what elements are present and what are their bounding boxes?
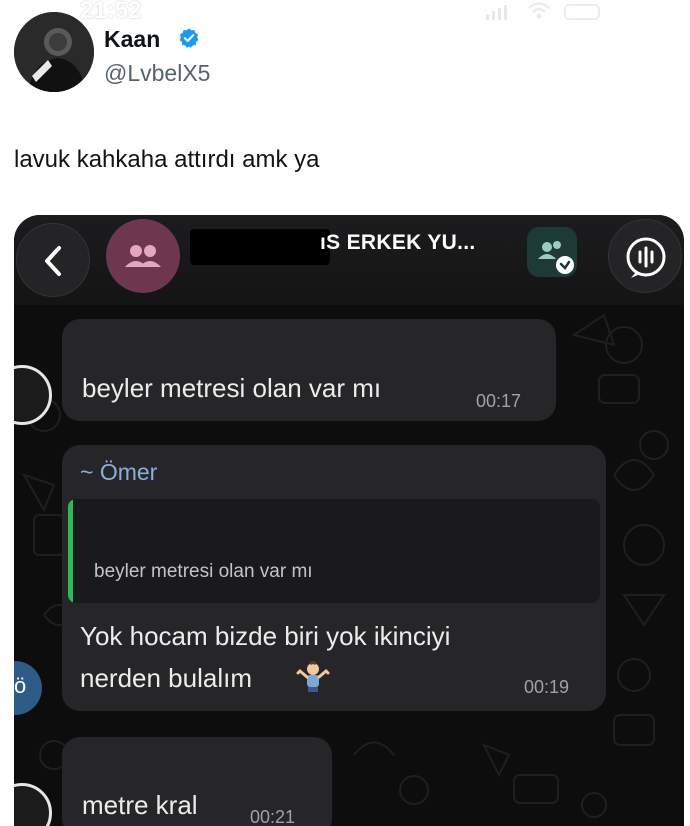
signal-icon	[492, 11, 495, 20]
signal-icon	[498, 8, 501, 20]
message-bubble[interactable]: ~ Ömer beyler metresi olan var mı Yok ho…	[62, 445, 606, 711]
community-icon	[538, 241, 574, 274]
embedded-chat-screenshot[interactable]: ıS ERKEK YU... beyler metresi olan var m…	[14, 215, 684, 826]
chevron-left-icon	[45, 246, 61, 276]
profile-photo	[14, 12, 94, 92]
status-time: 21:52	[80, 0, 142, 24]
quoted-message[interactable]: beyler metresi olan var mı	[68, 499, 600, 603]
message-text-line-2: nerden bulalım	[80, 663, 252, 693]
message-bubble[interactable]: metre kral 00:21	[62, 737, 332, 826]
tweet-text: lavuk kahkaha attırdı amk ya	[14, 146, 320, 173]
avatar[interactable]	[14, 12, 94, 92]
sender-name[interactable]: ~ Ömer	[80, 459, 157, 486]
wifi-icon	[528, 2, 550, 19]
message-time: 00:21	[250, 807, 296, 826]
verified-badge-icon	[179, 28, 199, 48]
message-bubble[interactable]: beyler metresi olan var mı 00:17	[62, 319, 556, 421]
message-text: metre kral	[82, 790, 198, 820]
voice-call-button[interactable]	[608, 219, 682, 293]
battery-icon	[564, 4, 600, 20]
sender-avatar-initial: ö	[14, 673, 27, 698]
redacted-title-part	[190, 229, 330, 265]
handle[interactable]: @LvbelX5	[104, 60, 210, 87]
quoted-text: beyler metresi olan var mı	[94, 561, 313, 582]
message-time: 00:17	[476, 391, 522, 411]
message-text: beyler metresi olan var mı	[82, 373, 382, 403]
back-button[interactable]	[16, 223, 90, 297]
quote-bar	[68, 499, 73, 603]
message-time: 00:19	[524, 677, 570, 697]
signal-icon	[504, 5, 507, 20]
chat-title[interactable]: ıS ERKEK YU...	[320, 231, 476, 255]
status-bar: 21:52	[0, 0, 690, 26]
message-text-line-1: Yok hocam bizde biri yok ikinciyi	[80, 621, 451, 651]
people-icon	[125, 245, 161, 267]
community-button[interactable]	[527, 227, 577, 277]
status-icons	[480, 2, 600, 22]
man-shrugging-emoji	[296, 661, 330, 692]
display-name[interactable]: Kaan	[104, 26, 160, 53]
signal-icon	[486, 14, 489, 20]
group-avatar[interactable]	[106, 219, 180, 293]
voice-call-icon	[626, 237, 666, 278]
